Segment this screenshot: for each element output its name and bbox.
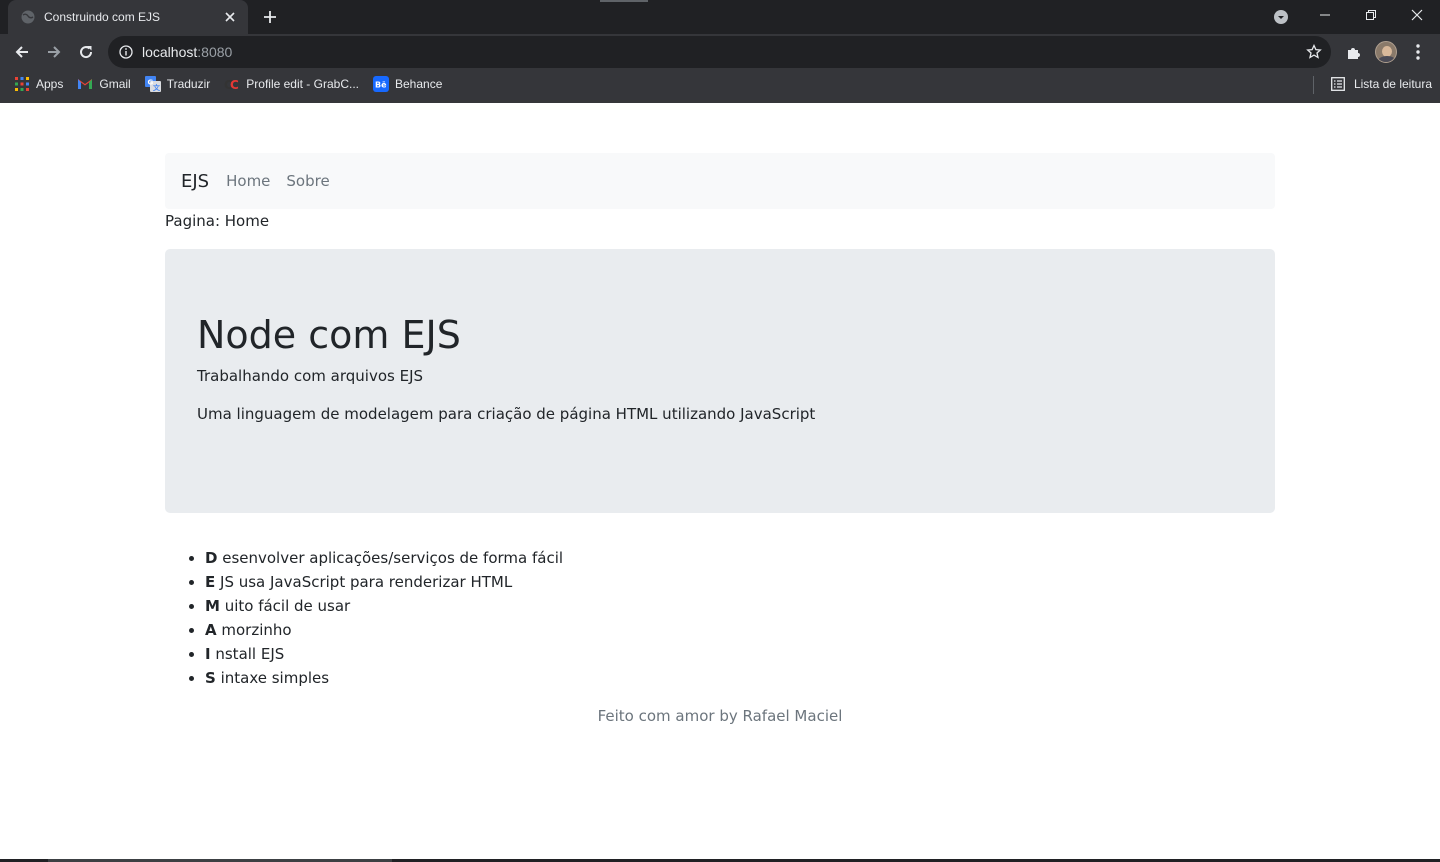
apps-grid-icon xyxy=(14,76,30,92)
close-tab-icon[interactable] xyxy=(222,9,238,25)
bookmarks-divider xyxy=(1313,76,1314,94)
bookmark-label: Profile edit - GrabC... xyxy=(246,77,359,91)
page-content: EJS Home Sobre Pagina: Home Node com EJS… xyxy=(0,103,1440,862)
current-page-label: Pagina: Home xyxy=(165,212,270,230)
svg-text:Bē: Bē xyxy=(375,81,387,90)
feature-text: uito fácil de usar xyxy=(219,597,351,615)
footer-text: Feito com amor by Rafael Maciel xyxy=(597,707,843,725)
bookmark-apps[interactable]: Apps xyxy=(8,72,69,96)
feature-text: morzinho xyxy=(216,621,292,639)
menu-dots-icon[interactable] xyxy=(1406,40,1430,64)
reload-icon[interactable] xyxy=(70,36,102,68)
close-window-icon[interactable] xyxy=(1394,0,1440,30)
browser-toolbar: localhost:8080 xyxy=(0,34,1440,70)
bookmark-star-icon[interactable] xyxy=(1305,43,1323,61)
browser-chrome: Construindo com EJS localhost:8080 Apps … xyxy=(0,0,1440,103)
bookmark-grabcad[interactable]: CC Profile edit - GrabC... xyxy=(218,72,365,96)
feature-letter: A xyxy=(205,621,217,639)
feature-letter: M xyxy=(205,597,220,615)
nav-link-home[interactable]: Home xyxy=(226,172,270,190)
list-item: M uito fácil de usar xyxy=(205,594,563,618)
reading-list-button[interactable]: Lista de leitura xyxy=(1330,72,1432,96)
profile-avatar-icon[interactable] xyxy=(1374,40,1398,64)
translate-icon: G文 xyxy=(144,76,161,92)
bookmark-traduzir[interactable]: G文 Traduzir xyxy=(139,72,217,96)
forward-arrow-icon[interactable] xyxy=(38,36,70,68)
extensions-puzzle-icon[interactable] xyxy=(1342,40,1366,64)
feature-text: intaxe simples xyxy=(215,669,330,687)
browser-tab[interactable]: Construindo com EJS xyxy=(8,0,248,34)
feature-text: esenvolver aplicações/serviços de forma … xyxy=(217,549,564,567)
gmail-icon xyxy=(77,76,93,92)
url-host: localhost xyxy=(142,44,198,60)
navbar-brand[interactable]: EJS xyxy=(181,171,209,192)
list-item: A morzinho xyxy=(205,618,563,642)
feature-text: nstall EJS xyxy=(210,645,285,663)
reading-list-label: Lista de leitura xyxy=(1353,77,1432,91)
minimize-icon[interactable] xyxy=(1302,0,1348,30)
url-text: localhost:8080 xyxy=(142,44,232,60)
tab-search-icon[interactable] xyxy=(1269,5,1293,29)
navbar: EJS Home Sobre xyxy=(165,153,1275,209)
feature-letter: E xyxy=(205,573,216,591)
bookmarks-bar: Apps Gmail G文 Traduzir CC Profile edit -… xyxy=(0,70,1440,98)
list-item: I nstall EJS xyxy=(205,642,563,666)
tab-title: Construindo com EJS xyxy=(44,10,161,24)
nav-link-sobre[interactable]: Sobre xyxy=(286,172,329,190)
feature-letter: D xyxy=(205,549,218,567)
bookmark-label: Apps xyxy=(36,77,64,91)
jumbotron: Node com EJS Trabalhando com arquivos EJ… xyxy=(165,249,1275,513)
tab-strip: Construindo com EJS xyxy=(0,0,1440,34)
bookmark-gmail[interactable]: Gmail xyxy=(71,72,136,96)
back-arrow-icon[interactable] xyxy=(6,36,38,68)
jumbotron-description: Uma linguagem de modelagem para criação … xyxy=(197,404,816,423)
address-bar[interactable]: localhost:8080 xyxy=(108,36,1331,68)
svg-text:文: 文 xyxy=(153,83,161,92)
new-tab-icon[interactable] xyxy=(258,5,282,29)
bookmark-label: Gmail xyxy=(99,77,131,91)
bookmark-behance[interactable]: Bē Behance xyxy=(367,72,448,96)
feature-text: JS usa JavaScript para renderizar HTML xyxy=(215,573,513,591)
feature-letter: S xyxy=(205,669,216,687)
behance-icon: Bē xyxy=(373,76,389,92)
avatar xyxy=(1375,41,1397,63)
feature-list: D esenvolver aplicações/serviços de form… xyxy=(205,546,563,690)
list-item: D esenvolver aplicações/serviços de form… xyxy=(205,546,563,570)
jumbotron-subtitle: Trabalhando com arquivos EJS xyxy=(197,366,424,385)
bookmark-label: Traduzir xyxy=(166,77,211,91)
list-item: E JS usa JavaScript para renderizar HTML xyxy=(205,570,563,594)
info-icon[interactable] xyxy=(118,44,134,60)
reading-list-icon xyxy=(1330,76,1346,92)
tab-strip-indicator xyxy=(600,0,648,2)
page-title: Node com EJS xyxy=(197,313,461,357)
list-item: S intaxe simples xyxy=(205,666,563,690)
url-port: :8080 xyxy=(197,44,233,60)
svg-text:C: C xyxy=(230,78,239,91)
grabcad-icon: CC xyxy=(224,76,240,92)
globe-icon xyxy=(20,9,36,25)
restore-icon[interactable] xyxy=(1348,0,1394,30)
bookmark-label: Behance xyxy=(395,77,443,91)
